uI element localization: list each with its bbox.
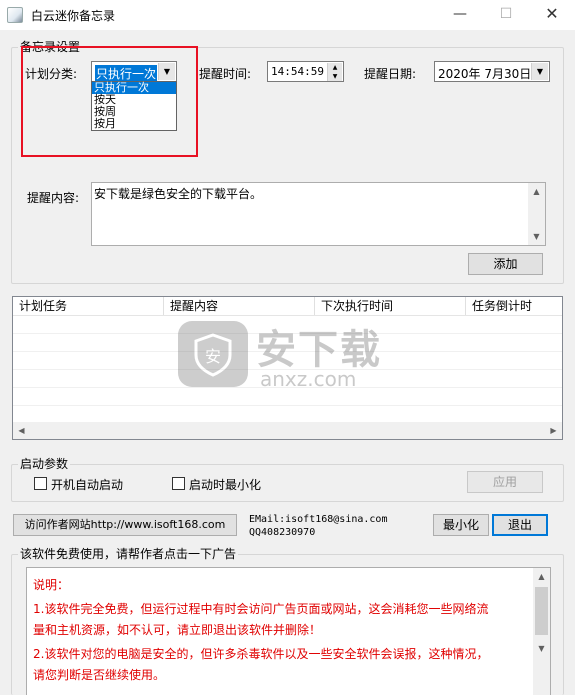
remind-date-value: 2020年 7月30日: [438, 67, 532, 81]
content-label: 提醒内容:: [27, 191, 80, 205]
content-textarea[interactable]: 安下载是绿色安全的下载平台。 ▲ ▼: [91, 182, 546, 246]
scroll-right-icon[interactable]: ▶: [545, 422, 562, 439]
remind-date-picker[interactable]: 2020年 7月30日 ▼: [434, 61, 550, 82]
email-text: EMail:isoft168@sina.com: [249, 514, 388, 525]
auto-start-label[interactable]: 开机自动启动: [51, 476, 123, 493]
apply-button[interactable]: 应用: [467, 471, 543, 493]
ad-line: 2.该软件对您的电脑是安全的，但许多杀毒软件以及一些安全软件会误报，这种情况，: [33, 647, 489, 661]
visit-author-site-button[interactable]: 访问作者网站http://www.isoft168.com: [13, 514, 237, 536]
exit-button[interactable]: 退出: [492, 514, 548, 536]
remind-date-label: 提醒日期:: [364, 67, 417, 81]
row-line: [13, 405, 562, 406]
chevron-down-icon[interactable]: ▼: [531, 63, 548, 80]
window-title: 白云迷你备忘录: [31, 9, 116, 23]
startup-group-label: 启动参数: [18, 455, 71, 472]
auto-start-checkbox[interactable]: [34, 477, 47, 490]
remind-time-spinner[interactable]: 14:54:59 ▲ ▼: [267, 61, 344, 82]
spin-down-icon[interactable]: ▼: [327, 72, 342, 81]
watermark-domain: anxz.com: [260, 367, 357, 391]
remind-time-value: 14:54:59: [271, 65, 324, 78]
ad-line: 1.该软件完全免费，但运行过程中有时会访问广告页面或网站，这会消耗您一些网络流: [33, 602, 489, 616]
title-bar[interactable]: 白云迷你备忘录 — ☐ ✕: [0, 0, 575, 30]
add-button[interactable]: 添加: [468, 253, 543, 275]
scroll-up-icon[interactable]: ▲: [533, 568, 550, 585]
ad-line: 请您判断是否继续使用。: [33, 668, 166, 682]
svg-text:安: 安: [205, 347, 221, 366]
app-icon: [7, 7, 23, 23]
watermark: 安 安下载 anxz.com: [178, 317, 418, 397]
column-header-next-run[interactable]: 下次执行时间: [315, 297, 466, 315]
minimize-window-button[interactable]: —: [437, 0, 483, 30]
task-list[interactable]: 计划任务 提醒内容 下次执行时间 任务倒计时 安 安下载 anxz.com ◀ …: [12, 296, 563, 440]
scroll-thumb[interactable]: [535, 587, 548, 635]
minimize-on-start-checkbox[interactable]: [172, 477, 185, 490]
maximize-window-button[interactable]: ☐: [483, 0, 529, 30]
spin-up-icon[interactable]: ▲: [327, 63, 342, 72]
minimize-button[interactable]: 最小化: [433, 514, 489, 536]
scroll-down-icon[interactable]: ▼: [528, 228, 545, 245]
ad-line: 说明：: [33, 578, 70, 592]
task-list-hscrollbar[interactable]: ◀ ▶: [13, 422, 562, 439]
header-divider: [13, 315, 562, 316]
scroll-up-icon[interactable]: ▲: [528, 183, 545, 200]
ad-scrollbar[interactable]: ▲ ▼: [533, 568, 550, 695]
column-header-plan-task[interactable]: 计划任务: [13, 297, 164, 315]
column-header-content[interactable]: 提醒内容: [164, 297, 315, 315]
scroll-left-icon[interactable]: ◀: [13, 422, 30, 439]
column-header-countdown[interactable]: 任务倒计时: [466, 297, 562, 315]
content-text: 安下载是绿色安全的下载平台。: [94, 187, 263, 201]
qq-text: QQ408230970: [249, 527, 316, 538]
content-scrollbar[interactable]: ▲ ▼: [528, 183, 545, 245]
close-window-button[interactable]: ✕: [529, 0, 575, 30]
minimize-on-start-label[interactable]: 启动时最小化: [189, 476, 261, 493]
scroll-down-icon[interactable]: ▼: [533, 640, 550, 657]
ad-line: 量和主机资源，如不认可，请立即退出该软件并删除！: [33, 623, 322, 637]
shield-icon: 安: [178, 321, 248, 387]
highlight-box: [21, 46, 198, 157]
ad-group-label: 该软件免费使用，请帮作者点击一下广告: [18, 545, 239, 562]
remind-time-label: 提醒时间:: [199, 67, 252, 81]
ad-textbox[interactable]: 说明： 1.该软件完全免费，但运行过程中有时会访问广告页面或网站，这会消耗您一些…: [26, 567, 551, 695]
